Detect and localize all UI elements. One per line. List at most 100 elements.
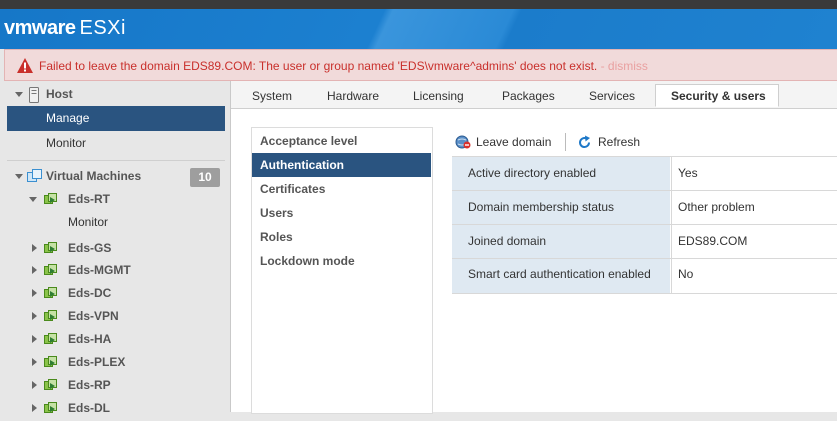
table-row: Smart card authentication enabled No (452, 258, 837, 294)
subnav-roles[interactable]: Roles (252, 225, 431, 249)
dismiss-link[interactable]: - dismiss (597, 59, 648, 73)
app-header: vmware ESXi (0, 9, 837, 49)
navigator-sidebar: Host Manage Monitor Virtual Machines 10 … (0, 81, 231, 415)
row-value: No (678, 267, 694, 281)
sidebar-vm-item[interactable]: Eds-PLEX (7, 350, 225, 375)
subnav-certificates[interactable]: Certificates (252, 177, 431, 201)
sidebar-vm-monitor[interactable]: Monitor (7, 210, 225, 235)
chevron-right-icon[interactable] (32, 312, 37, 320)
chevron-right-icon[interactable] (32, 381, 37, 389)
row-value: Yes (678, 166, 698, 180)
sidebar-item-label: Manage (46, 111, 90, 125)
chevron-down-icon[interactable] (15, 174, 23, 179)
divider (7, 160, 225, 161)
sidebar-item-label: Monitor (46, 136, 87, 150)
table-row: Domain membership status Other problem (452, 190, 837, 225)
row-key: Active directory enabled (468, 166, 597, 180)
subnav-label: Roles (260, 230, 293, 244)
table-value-cell: No (671, 259, 837, 293)
vm-name: Eds-HA (68, 332, 112, 346)
vm-running-icon (44, 287, 57, 298)
vm-name: Eds-DL (68, 401, 110, 415)
chevron-down-icon[interactable] (29, 197, 37, 202)
leave-domain-label: Leave domain (476, 135, 552, 149)
sidebar-item-label: Monitor (68, 215, 109, 229)
subnav-label: Authentication (260, 158, 344, 172)
logo-product-text: ESXi (79, 17, 126, 39)
chevron-right-icon[interactable] (32, 289, 37, 297)
row-key: Smart card authentication enabled (468, 267, 651, 281)
table-row: Joined domain EDS89.COM (452, 224, 837, 259)
leave-domain-icon (455, 135, 471, 149)
vm-running-icon (44, 310, 57, 321)
refresh-label: Refresh (598, 135, 641, 149)
row-key: Joined domain (468, 234, 547, 248)
sidebar-vm-item[interactable]: Eds-RP (7, 373, 225, 398)
sidebar-vm-item[interactable]: Eds-HA (7, 327, 225, 352)
tab-bar: System Hardware Licensing Packages Servi… (231, 81, 837, 109)
vmware-esxi-logo: vmware ESXi (4, 18, 126, 38)
vm-running-icon (44, 402, 57, 413)
sidebar-vm-item[interactable]: Eds-MGMT (7, 258, 225, 283)
chevron-right-icon[interactable] (32, 404, 37, 412)
sidebar-item-manage[interactable]: Manage (7, 106, 225, 131)
row-key: Domain membership status (468, 200, 615, 214)
table-key-cell: Domain membership status (452, 191, 670, 225)
sidebar-item-host[interactable]: Host (7, 82, 225, 107)
chevron-right-icon[interactable] (32, 335, 37, 343)
error-alert: Failed to leave the domain EDS89.COM: Th… (4, 49, 837, 81)
sidebar-item-host-monitor[interactable]: Monitor (7, 131, 225, 156)
subnav-label: Acceptance level (260, 134, 358, 148)
sidebar-vm-item[interactable]: Eds-VPN (7, 304, 225, 329)
chevron-right-icon[interactable] (32, 266, 37, 274)
alert-message: Failed to leave the domain EDS89.COM: Th… (39, 59, 648, 73)
subnav-authentication[interactable]: Authentication (252, 153, 431, 177)
table-value-cell: Other problem (671, 191, 837, 225)
table-row: Active directory enabled Yes (452, 156, 837, 191)
subnav-acceptance-level[interactable]: Acceptance level (252, 129, 431, 153)
alert-text: Failed to leave the domain EDS89.COM: Th… (39, 59, 598, 73)
subnav-lockdown-mode[interactable]: Lockdown mode (252, 249, 431, 273)
subnav-label: Users (260, 206, 294, 220)
vm-running-icon (44, 193, 57, 204)
vm-name: Eds-RP (68, 378, 111, 392)
virtual-machines-label: Virtual Machines (46, 169, 142, 183)
tab-security-users[interactable]: Security & users (655, 84, 779, 107)
table-key-cell: Joined domain (452, 225, 670, 259)
vm-name: Eds-MGMT (68, 263, 131, 277)
table-value-cell: EDS89.COM (671, 225, 837, 259)
vm-count-badge: 10 (190, 168, 220, 187)
logo-vmware-text: vmware (4, 17, 76, 39)
host-label: Host (46, 87, 73, 101)
tab-packages[interactable]: Packages (502, 85, 555, 108)
subnav-label: Lockdown mode (260, 254, 355, 268)
row-value: EDS89.COM (678, 234, 748, 248)
vm-running-icon (44, 264, 57, 275)
table-key-cell: Smart card authentication enabled (452, 259, 670, 293)
sidebar-vm-item[interactable]: Eds-DL (7, 396, 225, 421)
vm-name: Eds-PLEX (68, 355, 126, 369)
tab-system[interactable]: System (252, 85, 292, 108)
tab-licensing[interactable]: Licensing (413, 85, 464, 108)
tab-services[interactable]: Services (589, 85, 635, 108)
chevron-right-icon[interactable] (32, 244, 37, 252)
sidebar-vm-item[interactable]: Eds-RT (7, 187, 225, 212)
vm-running-icon (44, 333, 57, 344)
vm-name: Eds-RT (68, 192, 110, 206)
vm-running-icon (44, 242, 57, 253)
subnav-label: Certificates (260, 182, 326, 196)
sidebar-vm-item[interactable]: Eds-DC (7, 281, 225, 306)
window-top-strip (0, 0, 837, 9)
subnav-users[interactable]: Users (252, 201, 431, 225)
table-value-cell: Yes (671, 157, 837, 191)
toolbar-separator (565, 133, 566, 151)
vm-name: Eds-VPN (68, 309, 119, 323)
main-content: System Hardware Licensing Packages Servi… (231, 81, 837, 414)
vm-name: Eds-DC (68, 286, 112, 300)
security-subnav: Acceptance level Authentication Certific… (251, 127, 433, 414)
virtual-machines-icon (27, 169, 42, 182)
chevron-down-icon[interactable] (15, 92, 23, 97)
tab-hardware[interactable]: Hardware (327, 85, 379, 108)
vm-running-icon (44, 356, 57, 367)
chevron-right-icon[interactable] (32, 358, 37, 366)
